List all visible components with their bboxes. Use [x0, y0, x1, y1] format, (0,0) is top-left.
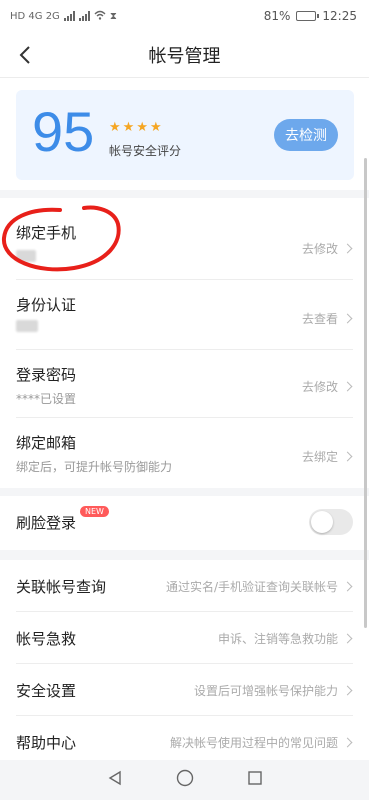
star-icon: ★ — [136, 120, 148, 135]
chevron-right-icon — [342, 243, 353, 254]
tool-desc: 设置后可增强帐号保护能力 — [194, 682, 353, 699]
bind-phone-action[interactable]: 去修改 — [302, 240, 353, 257]
tool-title: 安全设置 — [16, 682, 77, 700]
chevron-right-icon — [342, 581, 353, 592]
recents-square-icon[interactable] — [247, 770, 263, 790]
tools-section: 关联帐号查询 通过实名/手机验证查询关联帐号 帐号急救 申诉、注销等急救功能 安… — [0, 560, 369, 768]
security-score-value: 95 — [32, 100, 95, 163]
signal-icon-2 — [78, 11, 90, 21]
home-circle-icon[interactable] — [176, 769, 194, 791]
email-row[interactable]: 绑定邮箱 绑定后，可提升帐号防御能力 去绑定 — [16, 418, 353, 488]
star-icon: ★ — [149, 120, 162, 135]
email-action[interactable]: 去绑定 — [302, 448, 353, 465]
face-login-toggle[interactable] — [309, 509, 353, 535]
battery-percent: 81% — [263, 9, 291, 23]
annotation-circle — [2, 205, 121, 272]
clock: 12:25 — [322, 9, 357, 23]
email-title: 绑定邮箱 — [16, 434, 77, 452]
identity-value — [16, 320, 38, 335]
password-action[interactable]: 去修改 — [302, 378, 353, 395]
tool-desc: 解决帐号使用过程中的常见问题 — [170, 734, 353, 751]
security-score-label: 帐号安全评分 — [109, 144, 182, 158]
face-login-title: 刷脸登录NEW — [16, 506, 109, 533]
chevron-right-icon — [342, 633, 353, 644]
wifi-icon — [94, 10, 106, 23]
navigation-bar: 帐号管理 — [0, 32, 369, 78]
star-icon: ★ — [109, 120, 121, 135]
tool-desc: 申诉、注销等急救功能 — [218, 630, 353, 647]
face-login-section: 刷脸登录NEW — [0, 496, 369, 550]
scrollbar[interactable] — [364, 158, 367, 628]
identity-row[interactable]: 身份认证 去查看 — [16, 280, 353, 350]
security-score-card: 95 ★ ★ ★ ★ 帐号安全评分 去检测 — [16, 90, 354, 180]
tool-title: 帮助中心 — [16, 734, 77, 752]
tool-title: 关联帐号查询 — [16, 578, 107, 596]
tool-title: 帐号急救 — [16, 630, 77, 648]
detect-button[interactable]: 去检测 — [274, 119, 338, 151]
password-row[interactable]: 登录密码 ****已设置 去修改 — [16, 350, 353, 418]
signal-icon — [63, 11, 75, 21]
back-button[interactable] — [10, 40, 40, 70]
hourglass-icon: ⧗ — [109, 10, 117, 22]
chevron-right-icon — [342, 685, 353, 696]
tool-desc: 通过实名/手机验证查询关联帐号 — [166, 578, 353, 595]
score-section: 95 ★ ★ ★ ★ 帐号安全评分 去检测 — [0, 78, 369, 190]
back-triangle-icon[interactable] — [107, 770, 123, 790]
star-icon: ★ — [122, 120, 135, 135]
chevron-right-icon — [342, 451, 353, 462]
status-bar: HD 4G 2G ⧗ 81% 12:25 — [0, 0, 369, 32]
masked-identity — [16, 320, 38, 332]
toggle-knob — [311, 511, 333, 533]
star-rating: ★ ★ ★ ★ — [109, 120, 162, 135]
password-title: 登录密码 — [16, 366, 77, 384]
linked-accounts-row[interactable]: 关联帐号查询 通过实名/手机验证查询关联帐号 — [16, 560, 353, 612]
email-hint: 绑定后，可提升帐号防御能力 — [16, 460, 173, 474]
chevron-right-icon — [342, 381, 353, 392]
network-label: HD 4G 2G — [10, 10, 60, 22]
password-status: ****已设置 — [16, 392, 77, 406]
face-login-row: 刷脸登录NEW — [16, 496, 353, 550]
battery-icon — [296, 11, 320, 21]
account-rescue-row[interactable]: 帐号急救 申诉、注销等急救功能 — [16, 612, 353, 664]
status-left: HD 4G 2G ⧗ — [10, 10, 117, 23]
chevron-right-icon — [342, 313, 353, 324]
new-badge: NEW — [80, 506, 109, 517]
page-title: 帐号管理 — [148, 45, 221, 67]
identity-action[interactable]: 去查看 — [302, 310, 353, 327]
system-navigation-bar — [0, 760, 369, 800]
status-right: 81% 12:25 — [264, 9, 357, 23]
identity-title: 身份认证 — [16, 296, 77, 314]
security-settings-row[interactable]: 安全设置 设置后可增强帐号保护能力 — [16, 664, 353, 716]
chevron-right-icon — [342, 737, 353, 748]
chevron-left-icon — [19, 46, 30, 64]
